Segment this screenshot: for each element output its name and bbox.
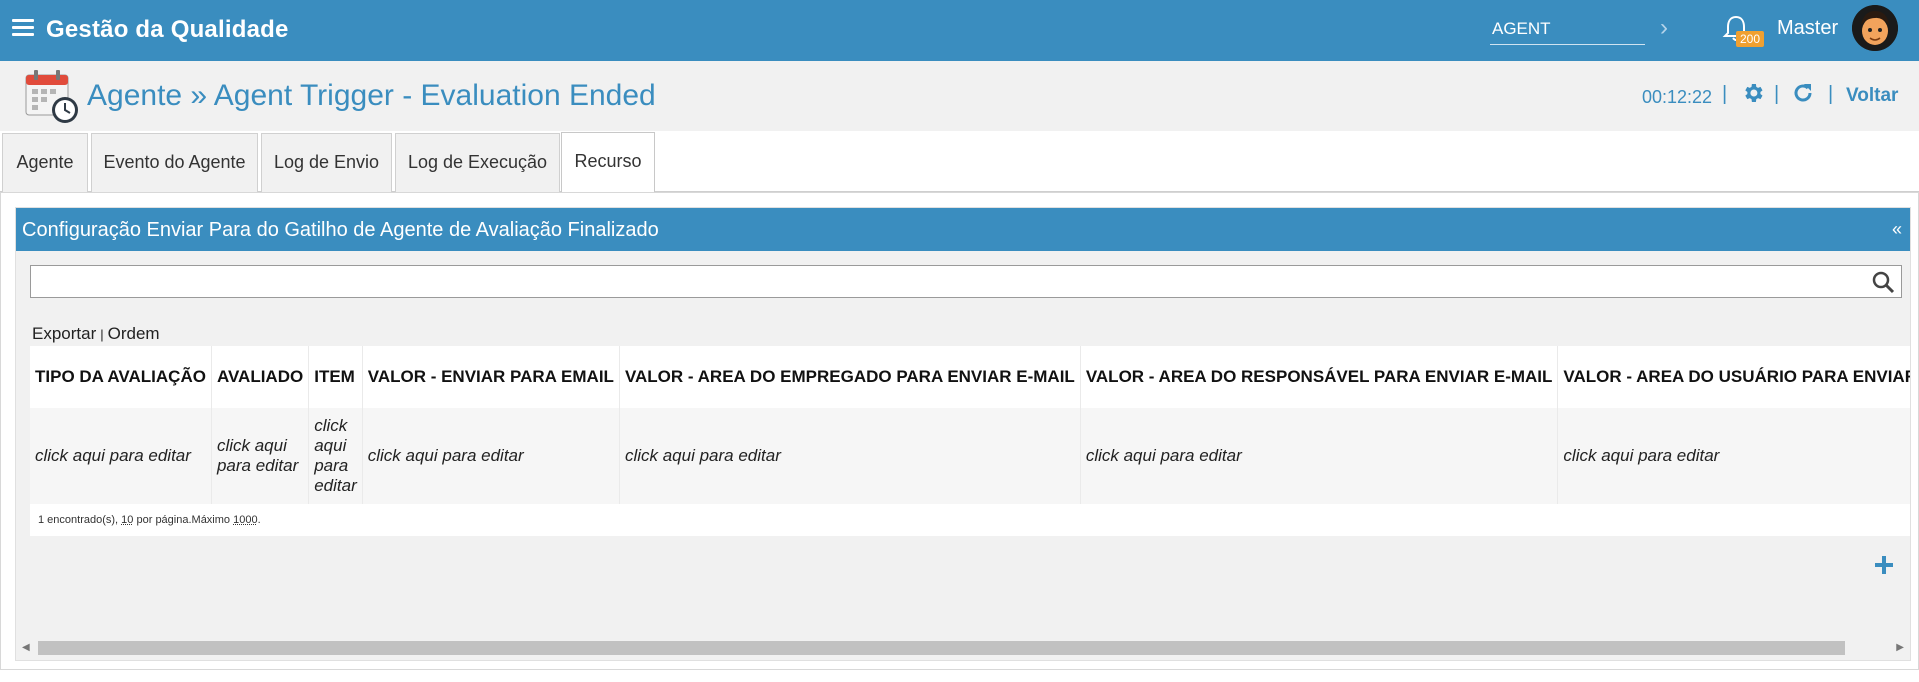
- search-input[interactable]: [30, 265, 1902, 298]
- notification-badge: 200: [1736, 31, 1765, 47]
- found-count: 1 encontrado(s),: [38, 514, 119, 526]
- grid-toolbar: Exportar | Ordem: [32, 324, 160, 344]
- order-link[interactable]: Ordem: [108, 324, 160, 343]
- tab-log-de-envio[interactable]: Log de Envio: [261, 133, 392, 192]
- session-timer: 00:12:22: [1642, 87, 1713, 107]
- scroll-right-icon[interactable]: ▶: [1896, 642, 1904, 653]
- column-header[interactable]: VALOR - ENVIAR PARA EMAIL: [362, 346, 620, 408]
- editable-cell[interactable]: click aqui para editar: [308, 408, 363, 504]
- separator: |: [1774, 83, 1780, 105]
- editable-cell[interactable]: click aqui para editar: [619, 408, 1081, 504]
- page-title: Agente » Agent Trigger - Evaluation Ende…: [87, 79, 656, 112]
- tab-log-de-execucao[interactable]: Log de Execução: [395, 133, 560, 192]
- column-header[interactable]: ITEM: [308, 346, 363, 408]
- scrollbar-thumb[interactable]: [38, 641, 1845, 655]
- horizontal-scrollbar[interactable]: ◀ ▶: [22, 638, 1904, 658]
- tab-recurso[interactable]: Recurso: [561, 132, 655, 192]
- data-grid: TIPO DA AVALIAÇÃO AVALIADO ITEM VALOR - …: [30, 346, 1910, 548]
- editable-cell[interactable]: click aqui para editar: [1557, 408, 1910, 504]
- avatar[interactable]: [1852, 5, 1898, 51]
- page-size-link[interactable]: 10: [121, 514, 133, 526]
- panel-title: Configuração Enviar Para do Gatilho de A…: [22, 219, 659, 241]
- app-title[interactable]: Gestão da Qualidade: [46, 16, 289, 44]
- column-header[interactable]: VALOR - AREA DO EMPREGADO PARA ENVIAR E-…: [619, 346, 1081, 408]
- toolbar-separator: |: [100, 327, 104, 342]
- top-navbar: Gestão da Qualidade AGENT › 200 Master: [0, 0, 1919, 61]
- editable-cell[interactable]: click aqui para editar: [211, 408, 310, 504]
- menu-icon[interactable]: [12, 19, 34, 37]
- table-footer: 1 encontrado(s), 10 por página.Máximo 10…: [30, 504, 1910, 536]
- chevron-right-icon[interactable]: ›: [1660, 14, 1668, 42]
- grid-panel: Configuração Enviar Para do Gatilho de A…: [15, 207, 1911, 661]
- gear-icon[interactable]: [1741, 81, 1765, 105]
- column-header[interactable]: AVALIADO: [211, 346, 310, 408]
- content-panel: Configuração Enviar Para do Gatilho de A…: [0, 192, 1919, 670]
- column-header[interactable]: VALOR - AREA DO RESPONSÁVEL PARA ENVIAR …: [1080, 346, 1559, 408]
- footer-end: .: [257, 514, 261, 526]
- collapse-toggle[interactable]: «: [1892, 219, 1902, 240]
- separator: |: [1828, 83, 1834, 105]
- separator: |: [1722, 83, 1728, 105]
- editable-cell[interactable]: click aqui para editar: [30, 408, 212, 504]
- scroll-left-icon[interactable]: ◀: [22, 642, 30, 653]
- column-header[interactable]: VALOR - AREA DO USUÁRIO PARA ENVIAR E-MA…: [1557, 346, 1910, 408]
- calendar-clock-icon: [25, 70, 78, 123]
- table-header-row: TIPO DA AVALIAÇÃO AVALIADO ITEM VALOR - …: [30, 346, 1910, 408]
- panel-header: Configuração Enviar Para do Gatilho de A…: [16, 208, 1910, 251]
- page-size-label: por página.Máximo: [136, 514, 231, 526]
- table-row: click aqui para editar click aqui para e…: [30, 408, 1910, 504]
- column-header[interactable]: TIPO DA AVALIAÇÃO: [30, 346, 212, 408]
- plus-icon[interactable]: [1874, 555, 1894, 575]
- tab-agente[interactable]: Agente: [2, 133, 88, 192]
- data-table: TIPO DA AVALIAÇÃO AVALIADO ITEM VALOR - …: [30, 346, 1910, 536]
- editable-cell[interactable]: click aqui para editar: [362, 408, 620, 504]
- refresh-icon[interactable]: [1791, 81, 1815, 105]
- page-header: Agente » Agent Trigger - Evaluation Ende…: [0, 61, 1919, 131]
- max-size-link[interactable]: 1000: [233, 514, 257, 526]
- tab-evento-do-agente[interactable]: Evento do Agente: [91, 133, 258, 192]
- search-icon[interactable]: [1871, 270, 1895, 294]
- back-button[interactable]: Voltar: [1846, 85, 1898, 107]
- editable-cell[interactable]: click aqui para editar: [1080, 408, 1559, 504]
- user-name[interactable]: Master: [1777, 17, 1838, 40]
- tab-bar: Agente Evento do Agente Log de Envio Log…: [0, 131, 1919, 192]
- module-selector[interactable]: AGENT: [1490, 15, 1645, 45]
- export-link[interactable]: Exportar: [32, 324, 96, 343]
